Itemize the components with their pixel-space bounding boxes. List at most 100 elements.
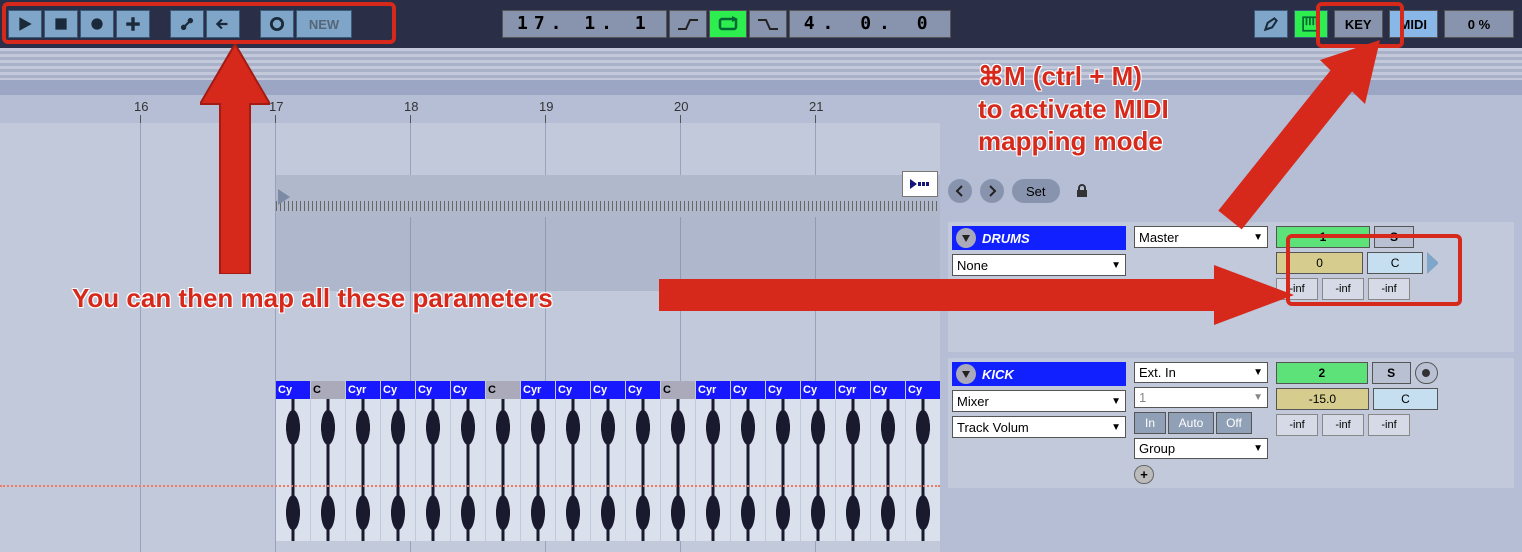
clip-waveform <box>906 399 940 541</box>
drums-send-a[interactable]: 0 <box>1276 252 1363 274</box>
play-button[interactable] <box>8 10 42 38</box>
audio-clip[interactable]: Cy <box>731 381 765 541</box>
ruler-number: 17 <box>269 99 283 114</box>
clip-waveform <box>451 399 485 541</box>
monitor-off-button[interactable]: Off <box>1216 412 1252 434</box>
computer-midi-keyboard-button[interactable] <box>1294 10 1328 38</box>
track-drums: DRUMS None▼ Master▼ 1 S 0 C -inf -inf -i… <box>948 222 1514 352</box>
loop-button[interactable] <box>709 10 747 38</box>
audio-clip[interactable]: Cy <box>381 381 415 541</box>
arrangement-view[interactable]: CyCCyrCyCyCyCCyrCyCyCyCCyrCyCyCyCyrCyCy <box>0 123 940 552</box>
stop-button[interactable] <box>44 10 78 38</box>
audio-clip[interactable]: C <box>486 381 520 541</box>
kick-mixer-select[interactable]: Mixer▼ <box>952 390 1126 412</box>
clip-label: Cy <box>871 381 905 399</box>
ruler-number: 18 <box>404 99 418 114</box>
kick-input-type-select[interactable]: Ext. In▼ <box>1134 362 1268 383</box>
punch-in-button[interactable] <box>669 10 707 38</box>
audio-clip[interactable]: Cy <box>801 381 835 541</box>
nav-back-button[interactable] <box>948 179 972 203</box>
audio-clip[interactable]: C <box>661 381 695 541</box>
audio-clip[interactable]: Cy <box>766 381 800 541</box>
clip-label: Cy <box>591 381 625 399</box>
session-record-button[interactable] <box>260 10 294 38</box>
kick-inf-1[interactable]: -inf <box>1276 414 1318 436</box>
kick-solo-button[interactable]: S <box>1372 362 1411 384</box>
transport-main <box>8 10 150 38</box>
audio-clip[interactable]: Cy <box>906 381 940 541</box>
track-title-drums[interactable]: DRUMS <box>952 226 1126 250</box>
new-button[interactable]: NEW <box>296 10 352 38</box>
ruler[interactable]: 161718192021 <box>0 95 1522 123</box>
automation-line <box>0 485 940 487</box>
clip-label: Cy <box>416 381 450 399</box>
arrangement-position[interactable]: 17. 1. 1 <box>502 10 667 38</box>
clip-waveform <box>276 399 310 541</box>
drums-output-select[interactable]: Master▼ <box>1134 226 1268 248</box>
audio-clip[interactable]: Cy <box>276 381 310 541</box>
audio-clip[interactable]: Cyr <box>836 381 870 541</box>
automation-arm-button[interactable] <box>170 10 204 38</box>
kick-inf-3[interactable]: -inf <box>1368 414 1410 436</box>
drums-inf-1[interactable]: -inf <box>1276 278 1318 300</box>
record-button[interactable] <box>80 10 114 38</box>
loop-start-marker[interactable] <box>278 189 292 205</box>
drums-meter-icon <box>1427 252 1438 274</box>
audio-clip[interactable]: Cy <box>416 381 450 541</box>
kick-group-select[interactable]: Group▼ <box>1134 438 1268 459</box>
clip-waveform <box>626 399 660 541</box>
drums-empty-field[interactable] <box>952 280 1126 302</box>
clip-label: Cy <box>731 381 765 399</box>
drums-inf-2[interactable]: -inf <box>1322 278 1364 300</box>
punch-out-button[interactable] <box>749 10 787 38</box>
kick-arm-button[interactable] <box>1415 362 1438 384</box>
clip-label: Cyr <box>346 381 380 399</box>
drums-activator[interactable]: 1 <box>1276 226 1370 248</box>
draw-mode-button[interactable] <box>1254 10 1288 38</box>
audio-clip[interactable]: Cyr <box>346 381 380 541</box>
clip-label: Cy <box>276 381 310 399</box>
kick-clip-lane[interactable]: CyCCyrCyCyCyCCyrCyCyCyCCyrCyCyCyCyrCyCy <box>276 381 940 541</box>
nav-forward-button[interactable] <box>980 179 1004 203</box>
audio-clip[interactable]: Cyr <box>521 381 555 541</box>
track-title-kick[interactable]: KICK <box>952 362 1126 386</box>
kick-activator[interactable]: 2 <box>1276 362 1368 384</box>
monitor-auto-button[interactable]: Auto <box>1168 412 1214 434</box>
audio-clip[interactable]: Cy <box>871 381 905 541</box>
clip-label: Cy <box>801 381 835 399</box>
midi-map-button[interactable]: MIDI <box>1389 10 1438 38</box>
fold-button[interactable] <box>956 228 976 248</box>
key-map-button[interactable]: KEY <box>1334 10 1383 38</box>
add-lane-button[interactable]: + <box>1134 465 1154 484</box>
drums-solo-button[interactable]: S <box>1374 226 1414 248</box>
drums-clip-lane[interactable] <box>276 175 940 217</box>
ruler-number: 20 <box>674 99 688 114</box>
kick-pan[interactable]: C <box>1373 388 1438 410</box>
clip-waveform <box>311 399 345 541</box>
clip-waveform <box>416 399 450 541</box>
kick-inf-2[interactable]: -inf <box>1322 414 1364 436</box>
audio-clip[interactable]: Cy <box>451 381 485 541</box>
drums-none-select[interactable]: None▼ <box>952 254 1126 276</box>
audio-clip[interactable]: Cyr <box>696 381 730 541</box>
kick-trackvolume-select[interactable]: Track Volum▼ <box>952 416 1126 438</box>
kick-volume[interactable]: -15.0 <box>1276 388 1369 410</box>
clip-label: Cy <box>556 381 590 399</box>
drums-overview-lane <box>276 213 940 291</box>
loop-length[interactable]: 4. 0. 0 <box>789 10 951 38</box>
lock-icon[interactable] <box>1068 179 1096 203</box>
set-navigator[interactable]: Set <box>1012 179 1060 203</box>
reenable-automation-button[interactable] <box>206 10 240 38</box>
follow-button[interactable] <box>902 171 938 197</box>
audio-clip[interactable]: Cy <box>626 381 660 541</box>
drums-inf-3[interactable]: -inf <box>1368 278 1410 300</box>
drums-pan[interactable]: C <box>1367 252 1423 274</box>
audio-clip[interactable]: Cy <box>591 381 625 541</box>
monitor-in-button[interactable]: In <box>1134 412 1166 434</box>
overdub-button[interactable] <box>116 10 150 38</box>
fold-button[interactable] <box>956 364 976 384</box>
kick-input-channel-select[interactable]: 1▼ <box>1134 387 1268 408</box>
audio-clip[interactable]: Cy <box>556 381 590 541</box>
audio-clip[interactable]: C <box>311 381 345 541</box>
clip-waveform <box>661 399 695 541</box>
